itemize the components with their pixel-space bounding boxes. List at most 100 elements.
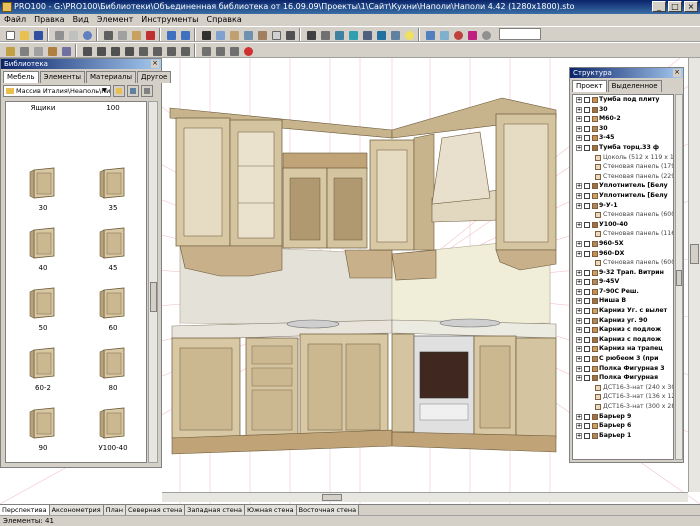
visibility-checkbox[interactable] <box>584 365 590 372</box>
visibility-checkbox[interactable] <box>584 125 590 132</box>
visibility-checkbox[interactable] <box>584 432 590 439</box>
library-item[interactable]: 30 <box>8 162 78 228</box>
open-icon[interactable] <box>17 28 30 41</box>
color-icon[interactable] <box>465 28 478 41</box>
chevron-down-icon[interactable]: ▼ <box>100 87 109 95</box>
structure-row[interactable]: + Карниз на трапец <box>573 344 673 354</box>
magnify-icon[interactable] <box>479 28 492 41</box>
visibility-checkbox[interactable] <box>584 192 590 199</box>
menu-tools[interactable]: Инструменты <box>141 14 198 26</box>
expand-icon[interactable]: + <box>576 279 582 286</box>
visibility-checkbox[interactable] <box>584 279 590 286</box>
delete-icon[interactable] <box>143 28 156 41</box>
group-icon[interactable] <box>17 44 30 57</box>
structure-row[interactable]: +9-45V <box>573 277 673 287</box>
visibility-checkbox[interactable] <box>584 97 590 103</box>
structure-row[interactable]: + Барьер 1 <box>573 431 673 441</box>
maximize-button[interactable]: □ <box>668 1 682 12</box>
view-box-icon[interactable] <box>304 28 317 41</box>
arrow-down-icon[interactable] <box>150 44 163 57</box>
visibility-checkbox[interactable] <box>584 144 590 151</box>
properties-icon[interactable] <box>213 28 226 41</box>
library-item[interactable]: 40 <box>8 222 78 288</box>
visibility-checkbox[interactable] <box>584 202 590 209</box>
workspace-vscroll-thumb[interactable] <box>690 244 699 264</box>
mirror-icon[interactable] <box>59 44 72 57</box>
expand-icon[interactable]: + <box>576 346 582 353</box>
structure-row[interactable]: + Карниз уг. 90 <box>573 316 673 326</box>
structure-row[interactable]: +960-5Х <box>573 239 673 249</box>
menu-file[interactable]: Файл <box>4 14 26 26</box>
arrow-up-icon[interactable] <box>136 44 149 57</box>
expand-icon[interactable]: + <box>576 106 582 113</box>
undo-icon[interactable] <box>164 28 177 41</box>
view-photo-icon[interactable] <box>388 28 401 41</box>
structure-row[interactable]: + У100-40 <box>573 220 673 230</box>
edit-icon[interactable] <box>45 44 58 57</box>
view-tab-south-wall[interactable]: Южная стена <box>244 505 297 515</box>
structure-row[interactable]: + Уплотнитель [Белу <box>573 191 673 201</box>
view-list-button[interactable] <box>141 85 153 97</box>
structure-row[interactable]: + Тумба торц.33 ф <box>573 143 673 153</box>
arrow-right-icon[interactable] <box>178 44 191 57</box>
expand-icon[interactable]: + <box>576 116 582 123</box>
lock-icon[interactable] <box>3 44 16 57</box>
expand-icon[interactable]: + <box>576 365 582 372</box>
view-wire-icon[interactable] <box>318 28 331 41</box>
library-tab-furniture[interactable]: Мебель <box>3 71 39 83</box>
expand-icon[interactable]: + <box>576 375 582 382</box>
library-tab-materials[interactable]: Материалы <box>86 71 137 83</box>
expand-icon[interactable]: + <box>576 97 582 103</box>
visibility-checkbox[interactable] <box>584 116 590 123</box>
structure-row[interactable]: + Карниз Уг. с вылет <box>573 306 673 316</box>
structure-row[interactable]: + Полка Фигурная 3 <box>573 364 673 374</box>
view-texture-icon[interactable] <box>360 28 373 41</box>
expand-icon[interactable]: + <box>576 288 582 295</box>
expand-icon[interactable]: + <box>576 413 582 420</box>
expand-icon[interactable]: + <box>576 269 582 276</box>
workspace-vertical-scrollbar[interactable] <box>688 58 700 492</box>
structure-row[interactable]: +960-DX <box>573 249 673 259</box>
structure-row[interactable]: + Ниша В <box>573 296 673 306</box>
expand-icon[interactable]: + <box>576 298 582 305</box>
structure-row[interactable]: Стеновая панель (179 <box>573 162 673 172</box>
visibility-checkbox[interactable] <box>584 298 590 305</box>
visibility-checkbox[interactable] <box>584 375 590 382</box>
link-icon[interactable] <box>423 28 436 41</box>
visibility-checkbox[interactable] <box>584 269 590 276</box>
select-icon[interactable] <box>199 28 212 41</box>
structure-row[interactable]: Стеновая панель (600 <box>573 258 673 268</box>
library-close-icon[interactable]: × <box>151 60 159 68</box>
structure-tab-project[interactable]: Проект <box>572 80 607 92</box>
structure-row[interactable]: Стеновая панель (229 <box>573 172 673 182</box>
align-top-icon[interactable] <box>108 44 121 57</box>
structure-icon[interactable] <box>241 28 254 41</box>
structure-row[interactable]: Стеновая панель (116 <box>573 229 673 239</box>
structure-row[interactable]: + Полка Фигурная <box>573 373 673 383</box>
structure-scrollbar[interactable] <box>675 94 683 460</box>
visibility-checkbox[interactable] <box>584 327 590 334</box>
rotate-icon[interactable] <box>451 28 464 41</box>
print-icon[interactable] <box>52 28 65 41</box>
structure-row[interactable]: +30 <box>573 124 673 134</box>
expand-icon[interactable]: + <box>576 317 582 324</box>
visibility-checkbox[interactable] <box>584 317 590 324</box>
structure-row[interactable]: + Барьер 6 <box>573 421 673 431</box>
visibility-checkbox[interactable] <box>584 346 590 353</box>
expand-icon[interactable]: + <box>576 125 582 132</box>
structure-row[interactable]: + Карниз с подлож <box>573 325 673 335</box>
align-left-icon[interactable] <box>80 44 93 57</box>
expand-icon[interactable]: + <box>576 327 582 334</box>
library-scroll-thumb[interactable] <box>150 282 157 312</box>
library-icon[interactable] <box>227 28 240 41</box>
view-tab-perspective[interactable]: Перспектива <box>0 505 50 515</box>
structure-row[interactable]: +9-32 Трап. Витрин <box>573 268 673 278</box>
structure-row[interactable]: + Барьер 9 <box>573 412 673 422</box>
structure-close-icon[interactable]: × <box>673 69 681 77</box>
visibility-checkbox[interactable] <box>584 336 590 343</box>
expand-icon[interactable]: + <box>576 183 582 190</box>
structure-row[interactable]: ДСТ16-3-нат (300 x 28 <box>573 402 673 412</box>
library-item[interactable]: 45 <box>78 222 148 288</box>
structure-row[interactable]: +9-У-1 <box>573 201 673 211</box>
view-solid-icon[interactable] <box>332 28 345 41</box>
